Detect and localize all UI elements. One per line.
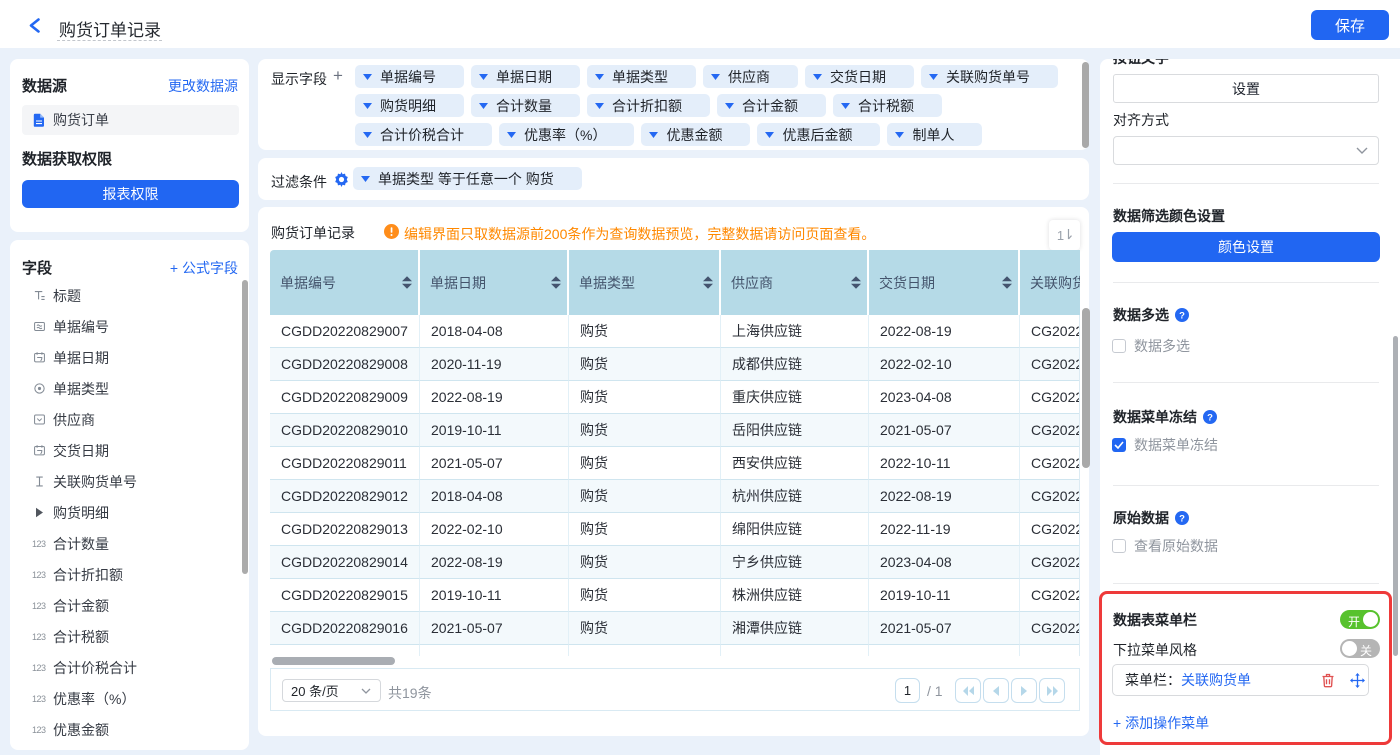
svg-text:?: ? (1179, 310, 1185, 321)
svg-text:?: ? (1179, 513, 1185, 524)
svg-text:?: ? (1207, 412, 1213, 423)
